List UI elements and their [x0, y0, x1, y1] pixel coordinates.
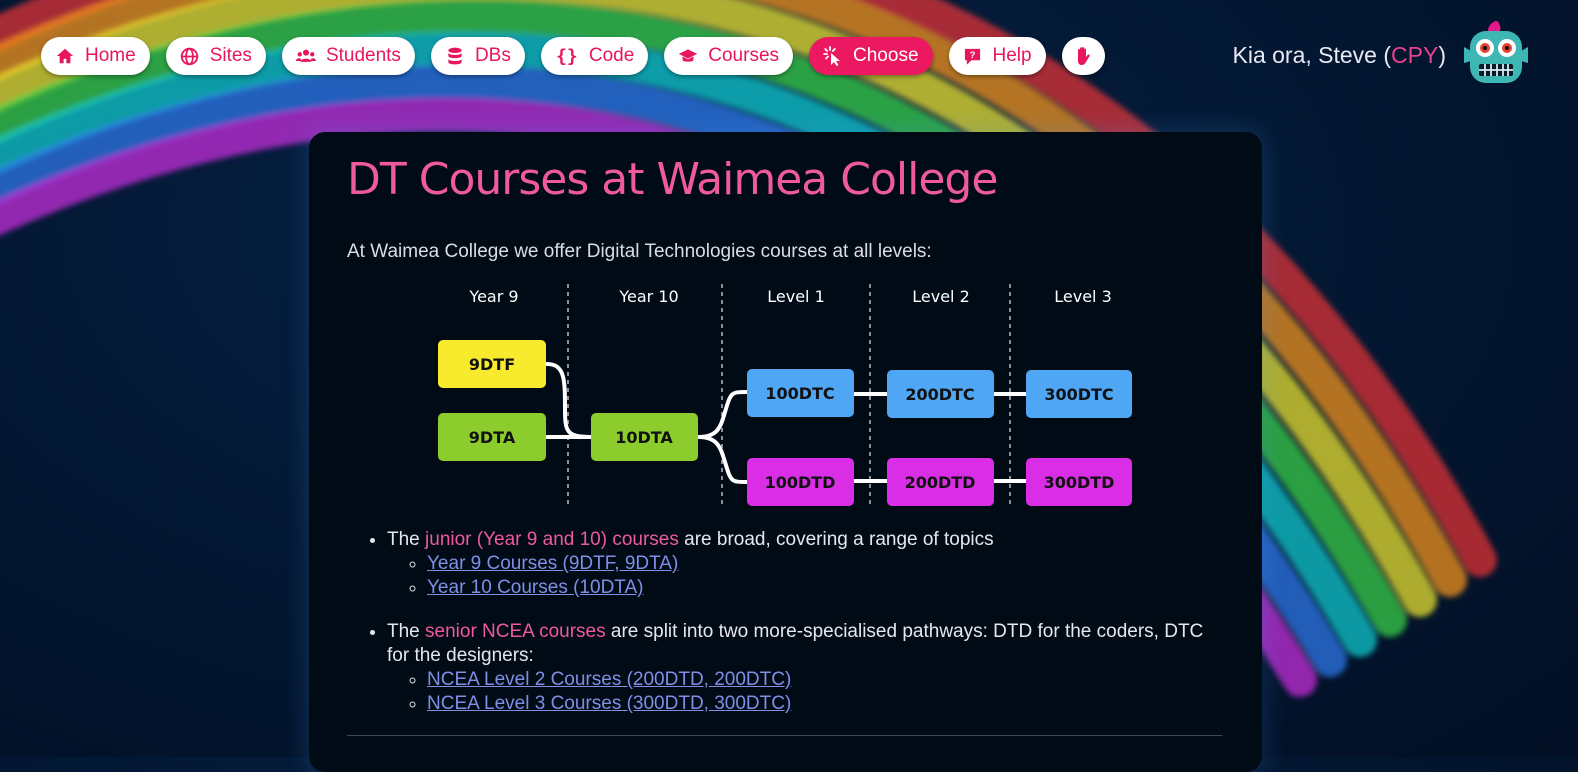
raise-hand-button[interactable]	[1061, 37, 1105, 75]
graduation-cap-icon	[678, 46, 698, 66]
nav-students-button[interactable]: Students	[281, 37, 415, 75]
ncea-level-3-link[interactable]: NCEA Level 3 Courses (300DTD, 300DTC)	[427, 693, 791, 714]
course-200dtc[interactable]: 200DTC	[887, 370, 994, 418]
junior-highlight: junior (Year 9 and 10) courses	[425, 529, 679, 550]
junior-pre: The	[387, 529, 426, 550]
course-200dtd[interactable]: 200DTD	[887, 458, 994, 506]
globe-icon	[180, 46, 200, 66]
greeting-suffix: )	[1438, 42, 1446, 68]
greeting-prefix: Kia ora, Steve (	[1232, 42, 1392, 68]
course-300dtd-label: 300DTD	[1044, 473, 1115, 492]
main-card: DT Courses at Waimea College At Waimea C…	[309, 132, 1262, 772]
course-200dtd-label: 200DTD	[905, 473, 976, 492]
nav-home-button[interactable]: Home	[41, 37, 150, 75]
course-10dta[interactable]: 10DTA	[591, 413, 698, 461]
ncea-level-2-link[interactable]: NCEA Level 2 Courses (200DTD, 200DTC)	[427, 669, 791, 690]
column-year-9: Year 9	[468, 287, 518, 306]
avatar[interactable]	[1462, 21, 1530, 87]
course-9dtf[interactable]: 9DTF	[438, 340, 546, 388]
course-100dtd[interactable]: 100DTD	[747, 458, 854, 506]
nav-choose-button[interactable]: Choose	[809, 37, 933, 75]
senior-pre: The	[387, 621, 426, 642]
list-item: Year 10 Courses (10DTA)	[427, 576, 1227, 600]
junior-courses-item: The junior (Year 9 and 10) courses are b…	[387, 528, 1227, 600]
nav-help-button[interactable]: ? Help	[948, 37, 1046, 75]
nav-dbs-label: DBs	[474, 45, 511, 66]
nav-code-button[interactable]: {} Code	[540, 37, 649, 75]
nav-courses-label: Courses	[708, 45, 780, 66]
course-100dtc[interactable]: 100DTC	[747, 369, 854, 417]
year-10-courses-link[interactable]: Year 10 Courses (10DTA)	[427, 577, 644, 598]
svg-text:?: ?	[970, 49, 976, 60]
course-300dtd[interactable]: 300DTD	[1026, 458, 1132, 506]
course-summary-lists: The junior (Year 9 and 10) courses are b…	[347, 528, 1227, 736]
users-icon	[295, 46, 316, 66]
course-300dtc[interactable]: 300DTC	[1026, 370, 1132, 418]
nav-home-label: Home	[85, 45, 136, 66]
course-9dtf-label: 9DTF	[469, 355, 515, 374]
course-9dta[interactable]: 9DTA	[438, 413, 546, 461]
course-200dtc-label: 200DTC	[905, 385, 974, 404]
help-bubble-icon: ?	[963, 46, 983, 66]
nav-code-label: Code	[588, 45, 635, 66]
column-level-1: Level 1	[767, 287, 825, 306]
nav-choose-label: Choose	[853, 45, 919, 66]
intro-text: At Waimea College we offer Digital Techn…	[347, 241, 932, 262]
main-nav: Home Sites Students DBs {} Code Courses C…	[41, 37, 1121, 75]
course-pathway-diagram: Year 9 Year 10 Level 1 Level 2 Level 3 9…	[438, 284, 1132, 506]
list-item: NCEA Level 3 Courses (300DTD, 300DTC)	[427, 692, 1227, 716]
nav-help-label: Help	[992, 45, 1032, 66]
braces-icon: {}	[556, 45, 578, 67]
list-item: Year 9 Courses (9DTF, 9DTA)	[427, 552, 1227, 576]
page-title: DT Courses at Waimea College	[347, 154, 998, 205]
raised-hand-icon	[1073, 46, 1093, 66]
nav-dbs-button[interactable]: DBs	[430, 37, 525, 75]
column-level-2: Level 2	[912, 287, 970, 306]
course-9dta-label: 9DTA	[469, 428, 516, 447]
column-year-10: Year 10	[618, 287, 678, 306]
course-100dtc-label: 100DTC	[765, 384, 834, 403]
nav-students-label: Students	[325, 45, 401, 66]
nav-sites-label: Sites	[209, 45, 252, 66]
nav-courses-button[interactable]: Courses	[664, 37, 794, 75]
home-icon	[55, 46, 75, 66]
list-item: NCEA Level 2 Courses (200DTD, 200DTC)	[427, 668, 1227, 692]
course-300dtc-label: 300DTC	[1044, 385, 1113, 404]
year-9-courses-link[interactable]: Year 9 Courses (9DTF, 9DTA)	[427, 553, 678, 574]
course-100dtd-label: 100DTD	[765, 473, 836, 492]
class-code: CPY	[1391, 42, 1439, 68]
pointer-click-icon	[823, 46, 843, 66]
user-greeting: Kia ora, Steve (CPY)	[1233, 42, 1447, 69]
junior-post: are broad, covering a range of topics	[678, 529, 994, 550]
nav-sites-button[interactable]: Sites	[165, 37, 266, 75]
senior-highlight: senior NCEA courses	[425, 621, 606, 642]
senior-courses-item: The senior NCEA courses are split into t…	[387, 620, 1227, 716]
database-icon	[445, 46, 465, 66]
column-level-3: Level 3	[1054, 287, 1112, 306]
course-10dta-label: 10DTA	[615, 428, 673, 447]
section-divider	[347, 735, 1222, 736]
